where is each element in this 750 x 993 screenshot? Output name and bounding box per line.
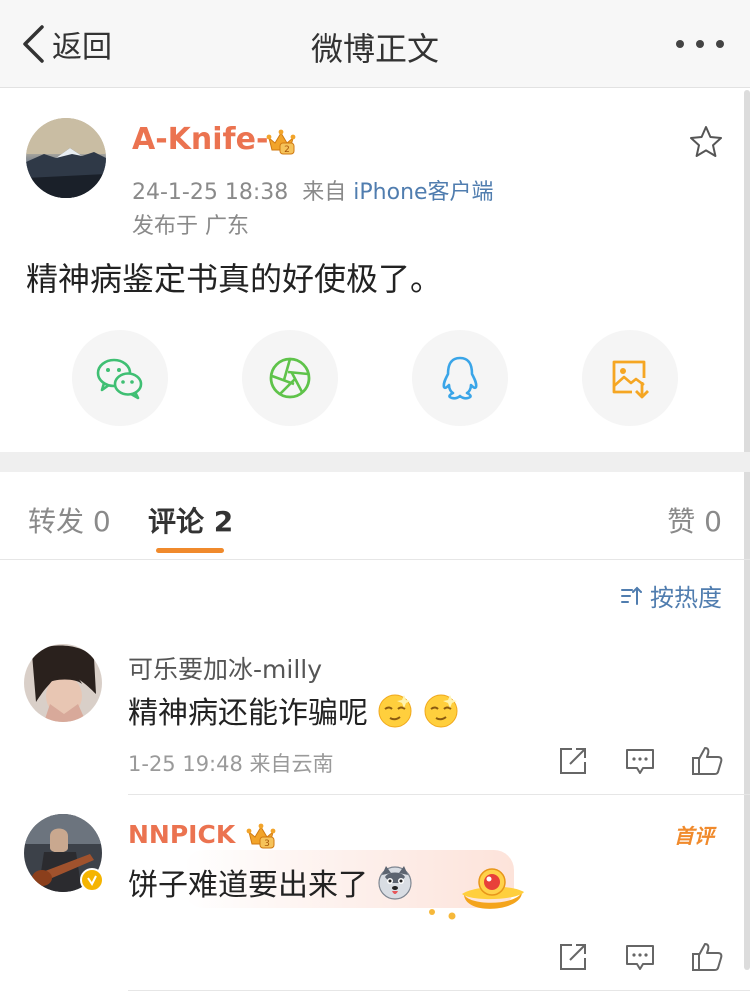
moments-icon <box>269 357 311 399</box>
tab-comments[interactable]: 评论 2 <box>148 500 233 540</box>
comment-actions <box>556 744 724 778</box>
share-qq-button[interactable] <box>412 330 508 426</box>
svg-text:2: 2 <box>284 145 290 155</box>
comment-meta: 1-25 19:48 来自云南 <box>128 752 334 776</box>
comment-divider <box>128 990 750 991</box>
qq-icon <box>442 356 478 400</box>
sort-label: 按热度 <box>650 584 722 612</box>
post-timestamp: 24-1-25 18:38 <box>132 180 289 205</box>
comment-like-button[interactable] <box>690 744 724 778</box>
author-name[interactable]: A-Knife- <box>132 122 268 157</box>
post-source-link[interactable]: iPhone客户端 <box>353 180 493 205</box>
thumbs-up-icon <box>692 943 723 971</box>
comment-like-button[interactable] <box>690 940 724 974</box>
comment-text-row: 精神病还能诈骗呢 <box>128 688 460 732</box>
more-button[interactable] <box>676 28 724 60</box>
more-dot-icon <box>696 40 704 48</box>
tab-likes[interactable]: 赞 0 <box>667 500 722 540</box>
sort-toggle[interactable]: 按热度 <box>620 578 722 613</box>
first-comment-badge: 首评 <box>674 824 714 848</box>
verified-badge-icon <box>80 868 104 892</box>
share-out-icon <box>560 944 586 970</box>
active-tab-indicator <box>156 548 224 553</box>
wechat-icon <box>96 358 143 400</box>
post-meta: 24-1-25 18:38 来自 iPhone客户端 <box>132 174 494 206</box>
save-image-icon <box>612 360 649 399</box>
post-body: 精神病鉴定书真的好使极了。 <box>26 260 443 298</box>
thumbs-up-icon <box>692 747 723 775</box>
gold-ingot-sticker-icon <box>429 868 524 920</box>
comment-text: 饼子难道要出来了 <box>128 868 368 903</box>
comment-actions <box>556 940 724 974</box>
more-dot-icon <box>676 40 684 48</box>
section-divider <box>0 452 750 472</box>
comment-reply-button[interactable] <box>623 744 657 778</box>
comment-share-button[interactable] <box>556 744 590 778</box>
tab-reposts[interactable]: 转发 0 <box>28 500 111 540</box>
comment-bubble-icon <box>626 945 654 970</box>
comment-share-button[interactable] <box>556 940 590 974</box>
husky-emoji-icon <box>376 863 414 901</box>
post-source-prefix: 来自 <box>302 180 347 205</box>
share-wechat-button[interactable] <box>72 330 168 426</box>
favorite-star-icon[interactable] <box>688 124 724 160</box>
share-moments-button[interactable] <box>242 330 338 426</box>
page-title: 微博正文 <box>310 30 439 68</box>
share-row <box>72 330 678 426</box>
comment-text: 精神病还能诈骗呢 <box>128 696 368 731</box>
comment-text-row: 饼子难道要出来了 <box>128 860 414 904</box>
more-dot-icon <box>716 40 724 48</box>
vip-crown-icon: 3 <box>246 823 276 849</box>
comment-username[interactable]: NNPICK <box>128 820 235 849</box>
smug-emoji-icon <box>422 691 460 729</box>
nav-bar: 返回 微博正文 <box>0 0 750 88</box>
sort-icon <box>621 586 642 605</box>
post-location: 发布于 广东 <box>132 214 249 239</box>
svg-text:3: 3 <box>264 839 270 849</box>
save-image-button[interactable] <box>582 330 678 426</box>
share-out-icon <box>560 748 586 774</box>
comment-reply-button[interactable] <box>623 940 657 974</box>
smug-emoji-icon <box>376 691 414 729</box>
comment-avatar[interactable] <box>24 644 102 722</box>
comment-divider <box>128 794 750 795</box>
tab-bar: 转发 0 评论 2 赞 0 <box>0 472 750 560</box>
comment-bubble-icon <box>626 749 654 774</box>
comment-username[interactable]: 可乐要加冰-milly <box>128 650 322 686</box>
vip-crown-icon: 2 <box>266 129 296 155</box>
author-avatar[interactable] <box>26 118 106 198</box>
